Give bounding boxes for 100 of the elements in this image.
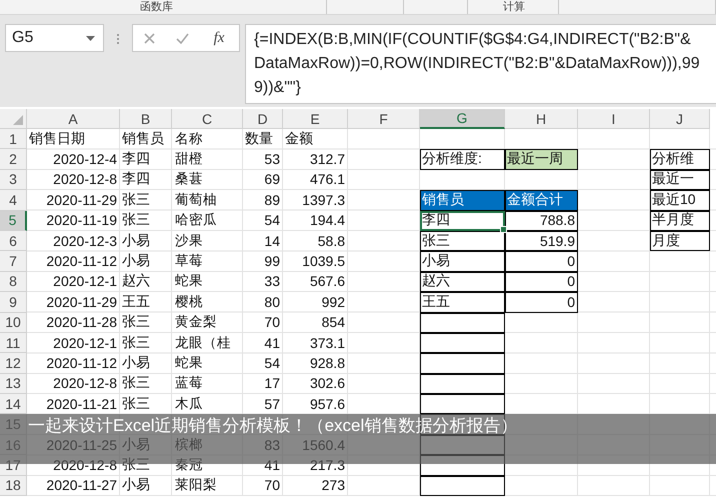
table-cell: 373.1 [310,334,345,351]
table-cell: 567.6 [310,273,345,290]
insert-function-button[interactable]: fx [210,30,228,46]
column-header[interactable]: J [650,109,710,129]
table-cell: 草莓 [175,252,203,270]
row-header[interactable]: 14 [0,394,27,414]
table-cell: 张三 [122,211,150,230]
table-cell: 217.3 [310,456,345,473]
column-header[interactable]: F [348,109,420,129]
row-header[interactable]: 13 [0,374,27,394]
triangle-icon [13,115,23,125]
table-cell: 槟榔 [175,436,203,454]
table-cell: 33 [264,273,280,290]
row-header[interactable]: 9 [0,292,27,313]
check-icon[interactable] [176,32,189,44]
table-cell: 194.4 [310,212,345,228]
row-header[interactable]: 8 [0,272,27,292]
table-cell: 销售员 [122,130,164,148]
table-cell: 哈密瓜 [175,211,217,230]
table-cell: 519.9 [505,230,578,252]
fill-handle[interactable] [500,226,507,233]
table-header-cell: 金额合计 [505,190,578,211]
row-header[interactable]: 11 [0,332,27,354]
table-cell: 2020-11-25 [46,436,117,453]
table-cell: 2020-12-8 [53,456,117,473]
column-header[interactable]: E [283,109,348,129]
table-cell: 张三 [122,374,150,392]
table-cell: 312.7 [310,151,345,168]
row-header[interactable]: 7 [0,251,27,272]
table-cell: 小易 [122,476,150,494]
table-cell: 小易 [420,251,505,272]
table-cell: 销售日期 [29,130,85,148]
table-cell: 2020-12-1 [53,273,117,290]
table-cell: 2020-11-12 [46,354,117,371]
row-header[interactable]: 12 [0,353,27,374]
column-header[interactable]: G [420,109,505,129]
row-header[interactable]: 2 [0,149,27,170]
table-cell: 葡萄柚 [175,190,217,209]
row-header[interactable]: 5 [0,210,27,231]
table-cell: 89 [264,192,280,208]
table-cell: 57 [264,396,280,412]
ribbon-group-label: 计算 [503,1,525,14]
table-cell: 小易 [122,252,150,270]
row-header[interactable]: 18 [0,476,27,496]
table-cell: 58.8 [318,232,345,249]
table-cell: 数量 [245,130,273,148]
table-cell: 小易 [122,436,150,454]
table-cell: 476.1 [310,171,345,188]
dropdown-cell[interactable]: 最近一周 [505,149,578,170]
table-cell: 小易 [122,232,150,250]
table-cell: 张三 [122,190,150,209]
formula-field[interactable]: {=INDEX(B:B,MIN(IF(COUNTIF($G$4:G4,INDIRECT("B2:B"&DataMaxRow))=0,ROW(INDIRECT("B2:B"&DataMaxRow))),999))&""} [245,24,716,104]
table-cell: 桑葚 [175,170,203,188]
table-cell: 最近10 [650,190,710,211]
row-header[interactable]: 3 [0,170,27,190]
table-cell: 854 [322,314,345,330]
table-cell: 2020-11-28 [46,314,117,330]
drag-handle-icon[interactable] [116,33,120,45]
table-cell: 李四 [122,170,150,188]
table-cell: 月度 [650,230,710,252]
table-cell: 99 [264,253,280,270]
ribbon-group-label: 函数库 [140,1,173,14]
column-header[interactable]: B [120,109,172,129]
column-header[interactable]: C [172,109,243,129]
select-all-button[interactable] [0,109,27,129]
name-box[interactable]: G5 [5,24,104,52]
table-cell[interactable]: 李四 [420,210,505,231]
table-cell: 2020-12-8 [53,171,117,188]
table-cell: 2020-11-12 [46,253,117,270]
row-header[interactable]: 6 [0,230,27,252]
table-cell: 70 [264,477,280,494]
column-header[interactable]: H [505,109,578,129]
column-header[interactable]: A [27,109,120,129]
dropdown-caret-icon[interactable] [86,36,95,40]
table-cell: 41 [264,456,280,473]
table-cell: 2020-11-19 [46,212,117,228]
table-cell: 张三 [122,394,150,413]
table-cell: 1397.3 [302,192,345,208]
table-cell: 17 [264,375,280,392]
table-cell: 2020-12-1 [53,334,117,351]
table-cell: 992 [322,294,345,310]
row-header[interactable]: 4 [0,190,27,211]
column-header[interactable]: I [578,109,650,129]
table-cell: 83 [264,436,280,453]
table-cell: 甜橙 [175,150,203,168]
table-cell: 2020-11-29 [46,192,117,208]
table-cell: 788.8 [505,210,578,231]
table-cell: 半月度 [650,210,710,231]
table-cell: 0 [505,272,578,292]
table-cell: 王五 [122,292,150,311]
table-cell: 张三 [122,334,150,352]
table-cell: 名称 [175,130,203,148]
row-header[interactable]: 1 [0,129,27,150]
table-cell: 0 [505,251,578,272]
table-cell: 273 [322,477,345,494]
cancel-icon[interactable] [144,32,155,44]
column-header[interactable]: D [243,109,283,129]
table-cell: 张三 [122,313,150,332]
table-cell: 沙果 [175,232,203,250]
row-header[interactable]: 10 [0,312,27,333]
